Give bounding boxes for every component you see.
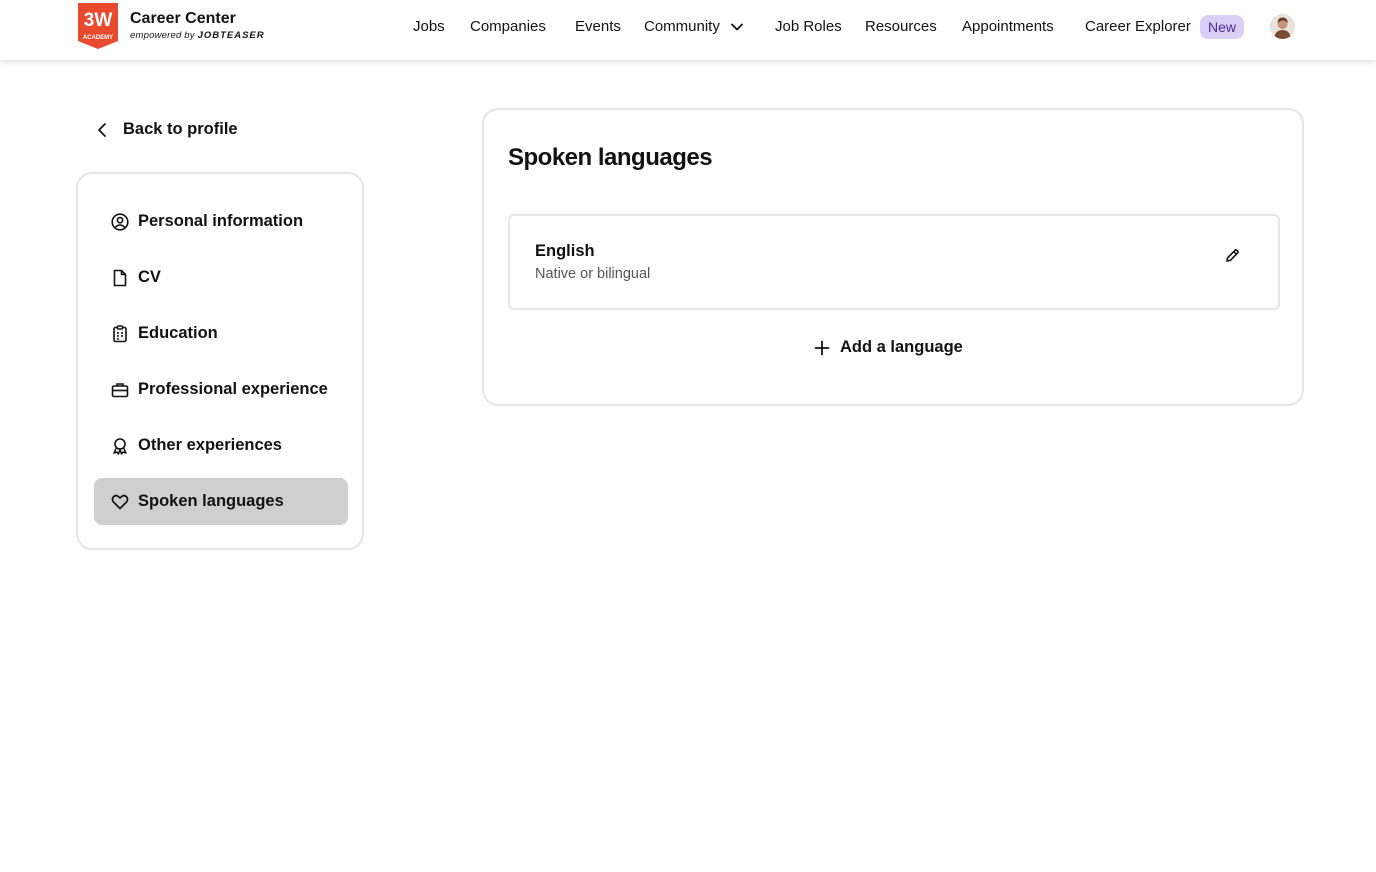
back-to-profile-label: Back to profile bbox=[123, 120, 238, 138]
svg-text:ACADEMY: ACADEMY bbox=[83, 35, 113, 41]
language-name: English bbox=[535, 242, 595, 260]
briefcase-icon bbox=[110, 380, 130, 400]
chevron-down-icon bbox=[731, 23, 743, 31]
sidebar-item-cv[interactable]: CV bbox=[94, 254, 348, 301]
sidebar-item-label: CV bbox=[138, 268, 161, 286]
nav-companies[interactable]: Companies bbox=[470, 18, 546, 36]
nav-events[interactable]: Events bbox=[575, 18, 621, 36]
nav-jobs[interactable]: Jobs bbox=[413, 18, 445, 36]
nav-community-label: Community bbox=[644, 18, 720, 35]
svg-text:3W: 3W bbox=[84, 10, 113, 31]
sidebar-item-label: Personal information bbox=[138, 212, 304, 230]
clipboard-icon bbox=[110, 324, 130, 344]
sidebar-item-label: Education bbox=[138, 324, 218, 342]
back-to-profile-link[interactable]: Back to profile bbox=[95, 120, 238, 139]
add-language-label: Add a language bbox=[840, 338, 963, 356]
new-badge: New bbox=[1200, 15, 1245, 39]
brand-title: Career Center bbox=[130, 10, 236, 27]
plus-icon bbox=[814, 340, 830, 355]
nav-job-roles[interactable]: Job Roles bbox=[775, 18, 842, 36]
nav-appointments[interactable]: Appointments bbox=[962, 18, 1054, 36]
language-item: English Native or bilingual bbox=[508, 214, 1280, 310]
file-icon bbox=[110, 268, 130, 288]
sidebar-item-education[interactable]: Education bbox=[94, 310, 348, 357]
chevron-left-icon bbox=[98, 122, 106, 137]
heart-icon bbox=[110, 492, 130, 512]
sidebar-item-label: Professional experience bbox=[138, 380, 328, 398]
brand[interactable]: Career Center empowered by JOBTEASER bbox=[130, 10, 265, 42]
avatar-image bbox=[1270, 14, 1295, 39]
school-logo[interactable]: 3W ACADEMY bbox=[78, 3, 118, 49]
nav-career-explorer[interactable]: Career Explorer bbox=[1085, 18, 1191, 36]
add-language-button[interactable]: Add a language bbox=[814, 338, 963, 357]
language-level: Native or bilingual bbox=[535, 266, 651, 282]
top-navigation-bar: 3W ACADEMY Career Center empowered by JO… bbox=[0, 0, 1376, 60]
user-avatar[interactable] bbox=[1270, 14, 1295, 39]
sidebar-item-personal-information[interactable]: Personal information bbox=[94, 198, 348, 245]
sidebar-item-label: Other experiences bbox=[138, 436, 282, 454]
award-icon bbox=[110, 436, 130, 456]
sidebar-item-other-experiences[interactable]: Other experiences bbox=[94, 422, 348, 469]
sidebar-item-professional-experience[interactable]: Professional experience bbox=[94, 366, 348, 413]
page-title: Spoken languages bbox=[508, 144, 713, 171]
nav-community[interactable]: Community bbox=[644, 18, 744, 36]
nav-resources[interactable]: Resources bbox=[865, 18, 937, 36]
brand-subtitle: empowered by JOBTEASER bbox=[130, 30, 265, 41]
profile-sections-sidebar: Personal information CV Education Profes… bbox=[76, 172, 364, 550]
sidebar-item-spoken-languages[interactable]: Spoken languages bbox=[94, 478, 348, 525]
pencil-icon bbox=[1226, 249, 1239, 262]
user-circle-icon bbox=[110, 212, 130, 232]
sidebar-item-label: Spoken languages bbox=[138, 492, 284, 510]
spoken-languages-card: Spoken languages English Native or bilin… bbox=[482, 108, 1304, 406]
edit-language-button[interactable] bbox=[1220, 244, 1244, 268]
